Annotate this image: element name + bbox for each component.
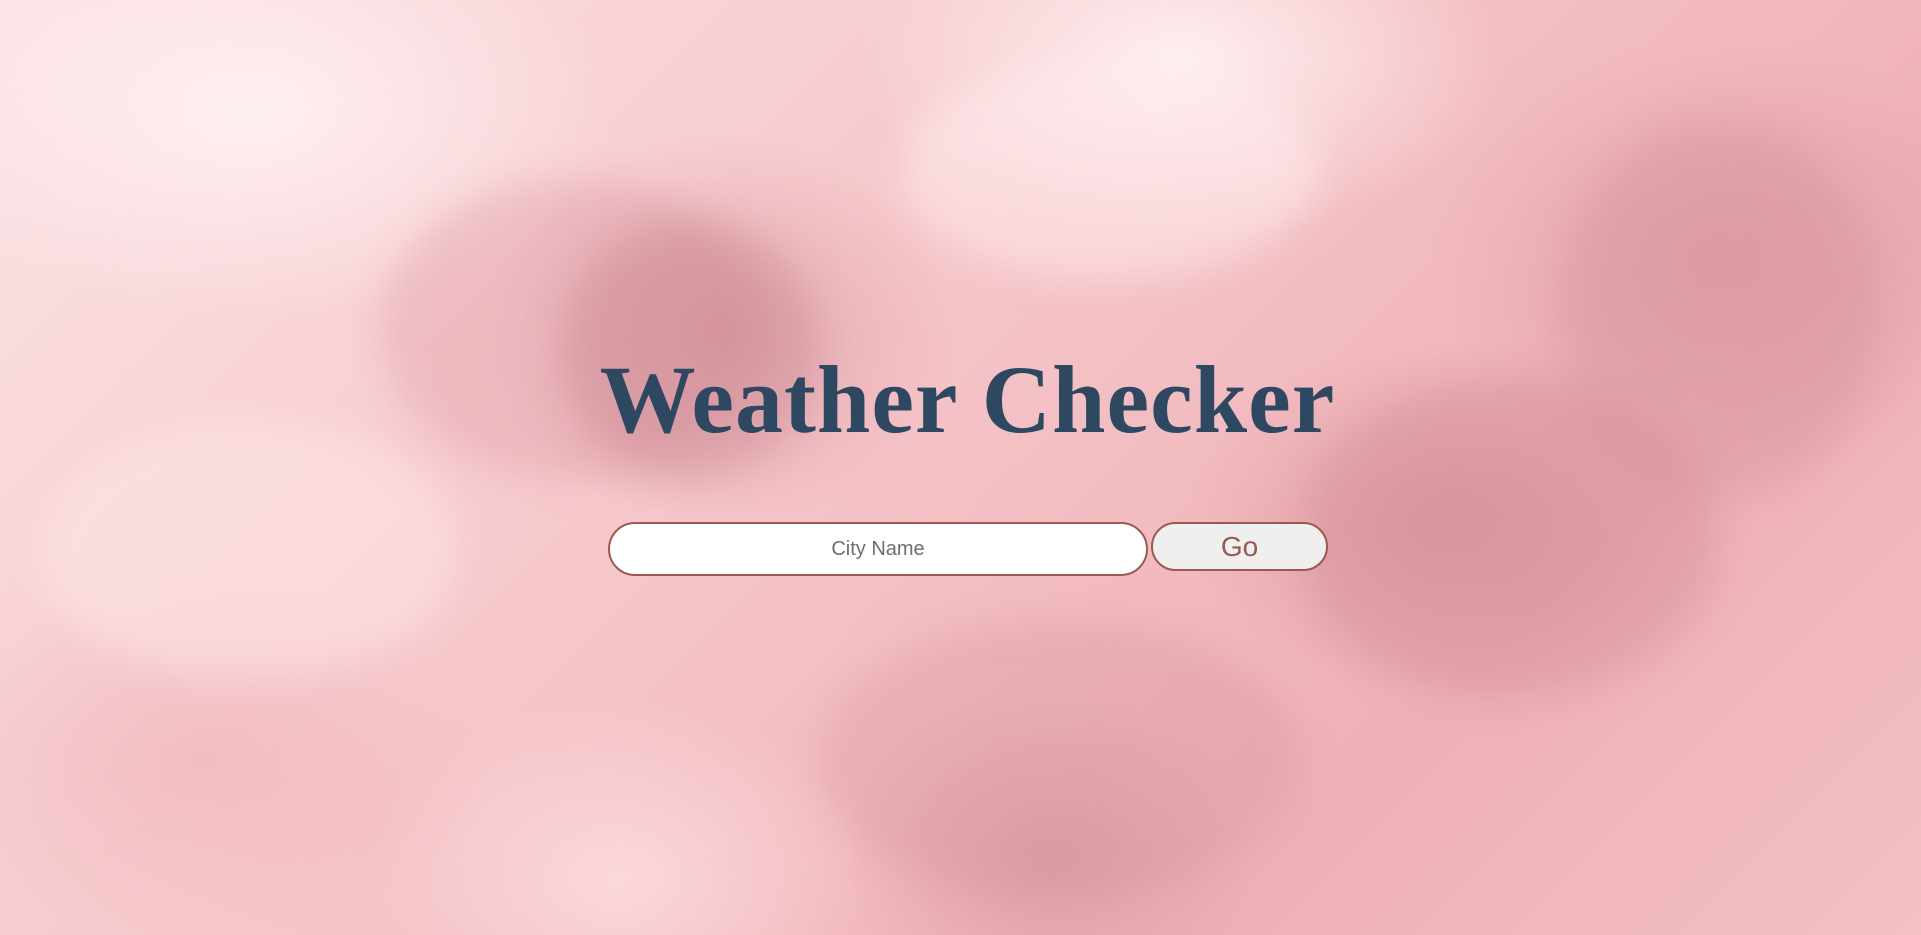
page-title: Weather Checker xyxy=(599,346,1336,453)
city-name-input[interactable] xyxy=(608,522,1148,576)
go-button[interactable]: Go xyxy=(1151,522,1328,571)
main-content: Weather Checker Go xyxy=(0,0,1921,935)
search-form: Go xyxy=(608,522,1328,578)
